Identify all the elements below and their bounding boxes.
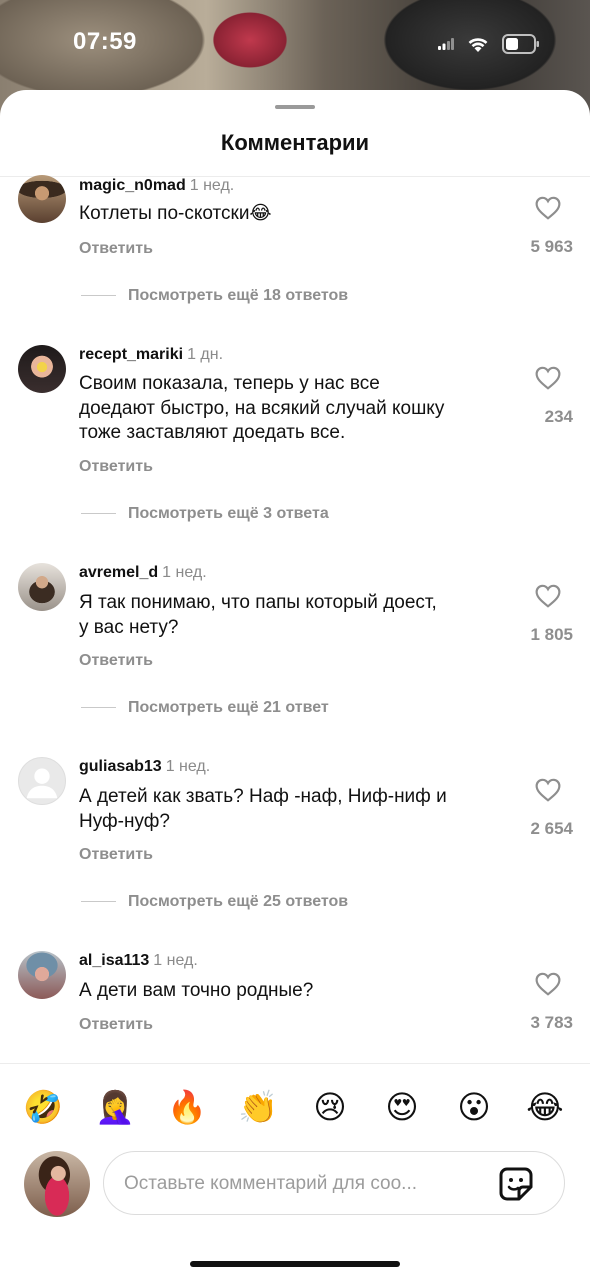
more-replies-line [81, 295, 116, 296]
comment-header: magic_n0mad 1 нед. [79, 177, 234, 195]
like-button[interactable] [528, 972, 568, 1002]
like-button[interactable] [528, 366, 568, 396]
status-icons [438, 34, 540, 54]
signal-icon [438, 38, 454, 50]
sticker-icon [499, 1167, 533, 1201]
comment-username[interactable]: magic_n0mad [79, 177, 186, 194]
comment-username[interactable]: al_isa113 [79, 952, 149, 969]
comment-text: Своим показала, теперь у нас все доедают… [79, 372, 509, 446]
emoji-reaction-laugh[interactable]: 😂 [525, 1087, 565, 1127]
status-time: 07:59 [73, 28, 137, 55]
comment-line: доедают быстро, на всякий случай кошку [79, 397, 445, 419]
current-user-avatar[interactable] [24, 1151, 90, 1217]
avatar[interactable] [18, 175, 66, 223]
battery-icon [502, 34, 539, 54]
avatar[interactable] [18, 563, 66, 611]
view-more-replies[interactable]: Посмотреть ещё 3 ответа [128, 505, 329, 523]
home-indicator[interactable] [190, 1261, 400, 1267]
emoji-reaction-facepalm[interactable]: 🤦‍♀️ [95, 1087, 135, 1127]
like-button[interactable] [528, 196, 568, 226]
comment-time: 1 нед. [165, 758, 211, 775]
comment-line: А дети вам точно родные? [79, 980, 314, 1001]
comment-line: Я так понимаю, что папы который доест, [79, 592, 437, 613]
emoji-reaction-cry[interactable]: 😢 [310, 1087, 350, 1127]
heart-icon [535, 196, 561, 220]
like-count: 1 805 [530, 625, 573, 644]
comment-header: recept_mariki 1 дн. [79, 346, 223, 364]
comment-username[interactable]: avremel_d [79, 564, 158, 581]
emoji-reaction-fire[interactable]: 🔥 [167, 1087, 207, 1127]
comment-text: Я так понимаю, что папы который доест, у… [79, 591, 509, 640]
emoji-bar-divider [0, 1063, 590, 1064]
heart-icon [535, 584, 561, 608]
sheet-title: Комментарии [220, 130, 370, 155]
avatar[interactable] [18, 757, 66, 805]
view-more-replies[interactable]: Посмотреть ещё 18 ответов [128, 287, 348, 305]
view-more-replies[interactable]: Посмотреть ещё 21 ответ [128, 699, 329, 717]
emoji-reaction-rofl[interactable]: 🤣 [23, 1087, 63, 1127]
comment-line: у вас нету? [79, 616, 179, 638]
comment-text: А дети вам точно родные? [79, 979, 509, 1004]
comment-time: 1 нед. [162, 564, 207, 581]
comment-time: 1 дн. [187, 346, 224, 363]
comment-input[interactable] [122, 1152, 486, 1216]
sheet-grabber[interactable] [275, 105, 315, 109]
like-button[interactable] [528, 778, 568, 808]
sticker-button[interactable] [498, 1166, 534, 1202]
reply-button[interactable]: Ответить [79, 1016, 153, 1034]
comment-line: Своим показала, теперь у нас все [79, 373, 380, 394]
comment-text: Котлеты по-скотски😂 [79, 202, 509, 227]
heart-icon [535, 972, 561, 996]
like-count: 3 783 [530, 1013, 573, 1032]
reply-button[interactable]: Ответить [79, 240, 153, 258]
more-replies-line [81, 901, 116, 902]
comment-time: 1 нед. [153, 952, 198, 969]
avatar[interactable] [18, 345, 66, 393]
comment-line: тоже заставляют доедать все. [79, 422, 346, 443]
comment-line: А детей как звать? Наф -наф, Ниф-ниф и [79, 786, 447, 807]
default-avatar-icon [26, 768, 58, 799]
comment-time: 1 нед. [189, 177, 235, 194]
like-button[interactable] [528, 584, 568, 614]
comment-text: А детей как звать? Наф -наф, Ниф-ниф и Н… [79, 785, 509, 834]
comment-header: guliasab13 1 нед. [79, 758, 210, 776]
more-replies-line [81, 513, 116, 514]
emoji-reaction-surprised[interactable]: 😮 [454, 1087, 494, 1127]
comment-line: Котлеты по-скотски😂 [79, 203, 272, 224]
comments-sheet: Комментарии [0, 90, 590, 1280]
view-more-replies[interactable]: Посмотреть ещё 25 ответов [128, 893, 348, 911]
comment-header: avremel_d 1 нед. [79, 564, 207, 582]
reply-button[interactable]: Ответить [79, 846, 153, 864]
like-count: 234 [544, 407, 573, 426]
comment-username[interactable]: recept_mariki [79, 346, 183, 363]
emoji-reaction-clap[interactable]: 👏 [238, 1087, 278, 1127]
comment-header: al_isa113 1 нед. [79, 952, 198, 970]
like-count: 2 654 [530, 819, 573, 838]
wifi-icon [468, 38, 488, 52]
heart-icon [535, 778, 561, 802]
reply-button[interactable]: Ответить [79, 652, 153, 670]
comment-line: Нуф-нуф? [79, 810, 170, 832]
avatar[interactable] [18, 951, 66, 999]
like-count: 5 963 [530, 237, 573, 256]
comment-username[interactable]: guliasab13 [79, 758, 162, 775]
emoji-reaction-heart-eyes[interactable]: 😍 [382, 1087, 422, 1127]
reply-button[interactable]: Ответить [79, 458, 153, 476]
heart-icon [535, 366, 561, 390]
more-replies-line [81, 707, 116, 708]
comment-composer [103, 1151, 565, 1216]
